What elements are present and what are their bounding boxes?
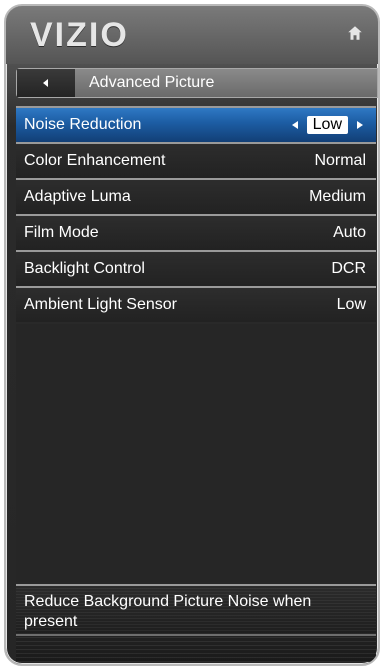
help-text: Reduce Background Picture Noise when pre… bbox=[24, 593, 312, 630]
home-icon[interactable] bbox=[346, 24, 364, 42]
page-title: Advanced Picture bbox=[89, 74, 215, 91]
menu-item-noise-reduction[interactable]: Noise Reduction Low bbox=[16, 106, 376, 142]
tv-menu-frame: VIZIO Advanced Picture Noise Reduction L… bbox=[4, 4, 380, 666]
menu-item-value: Medium bbox=[309, 188, 366, 205]
menu-list: Noise Reduction Low Color Enhancement No… bbox=[16, 106, 376, 322]
menu-item-adaptive-luma[interactable]: Adaptive Luma Medium bbox=[16, 178, 376, 214]
menu-item-value: Low bbox=[306, 116, 348, 134]
menu-empty-area bbox=[16, 324, 376, 582]
value-selector[interactable]: Low bbox=[289, 116, 366, 134]
menu-item-color-enhancement[interactable]: Color Enhancement Normal bbox=[16, 142, 376, 178]
menu-item-backlight-control[interactable]: Backlight Control DCR bbox=[16, 250, 376, 286]
menu-item-label: Ambient Light Sensor bbox=[24, 296, 177, 313]
bottom-panel bbox=[16, 634, 376, 662]
caret-left-icon[interactable] bbox=[289, 119, 301, 131]
menu-item-value: Auto bbox=[333, 224, 366, 241]
help-panel: Reduce Background Picture Noise when pre… bbox=[16, 584, 376, 634]
menu-item-value: DCR bbox=[331, 260, 366, 277]
menu-item-label: Color Enhancement bbox=[24, 152, 166, 169]
breadcrumb-bar: Advanced Picture bbox=[16, 68, 378, 98]
menu-item-film-mode[interactable]: Film Mode Auto bbox=[16, 214, 376, 250]
menu-item-label: Film Mode bbox=[24, 224, 99, 241]
menu-item-value: Normal bbox=[314, 152, 366, 169]
back-button[interactable] bbox=[17, 69, 75, 97]
menu-item-label: Backlight Control bbox=[24, 260, 145, 277]
menu-item-ambient-light-sensor[interactable]: Ambient Light Sensor Low bbox=[16, 286, 376, 322]
menu-item-label: Noise Reduction bbox=[24, 116, 142, 133]
menu-item-value: Low bbox=[336, 296, 366, 313]
chevron-left-icon bbox=[43, 79, 48, 87]
menu-item-label: Adaptive Luma bbox=[24, 188, 131, 205]
menu-header: VIZIO bbox=[6, 6, 378, 64]
brand-logo: VIZIO bbox=[30, 16, 129, 54]
caret-right-icon[interactable] bbox=[354, 119, 366, 131]
